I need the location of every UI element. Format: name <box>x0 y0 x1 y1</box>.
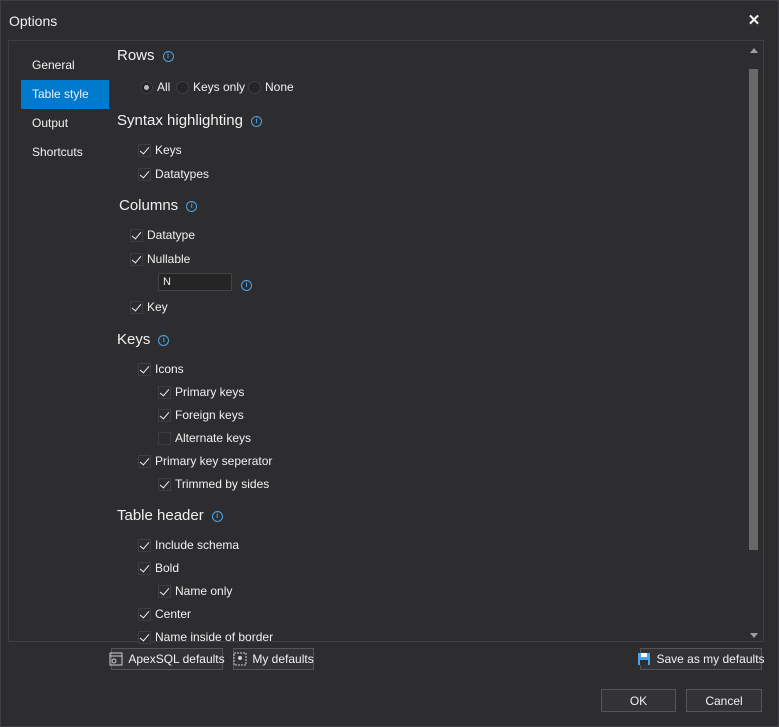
checkbox-label: Datatype <box>147 228 196 242</box>
checkbox-label: Primary keys <box>175 385 245 399</box>
options-content: General Table style Output Shortcuts Row… <box>8 40 764 645</box>
syntax-section-title: Syntax highlighting i <box>117 112 262 129</box>
checkbox-label: Name only <box>175 584 233 598</box>
close-icon[interactable]: ✕ <box>743 9 765 31</box>
scroll-up-arrow-icon[interactable] <box>750 48 758 53</box>
checkbox[interactable] <box>130 228 143 242</box>
checkbox[interactable] <box>138 630 151 644</box>
checkbox-label: Key <box>147 300 168 314</box>
radio-button[interactable] <box>248 80 261 94</box>
radio-button[interactable] <box>140 80 153 94</box>
checkbox-label: Center <box>155 607 192 621</box>
apexsql-defaults-button[interactable]: ApexSQL defaults <box>109 648 225 670</box>
button-label: Save as my defaults <box>656 652 765 666</box>
checkbox[interactable] <box>130 300 143 314</box>
checkbox-label: Nullable <box>147 252 191 266</box>
rows-section-title: Rows i <box>117 47 174 64</box>
syntax-datatypes-checkbox[interactable]: Datatypes <box>138 166 209 182</box>
keys-trimmed-checkbox[interactable]: Trimmed by sides <box>158 476 269 492</box>
rows-title: Rows <box>117 47 155 64</box>
info-icon[interactable]: i <box>211 511 223 522</box>
checkbox[interactable] <box>138 561 151 575</box>
defaults-gear-icon <box>109 652 123 666</box>
checkbox[interactable] <box>138 167 151 181</box>
nav-item-table-style[interactable]: Table style <box>21 80 109 109</box>
checkbox-label: Alternate keys <box>175 431 252 445</box>
info-icon[interactable]: i <box>158 335 170 346</box>
checkbox[interactable] <box>158 408 171 422</box>
nullable-value-input[interactable] <box>158 273 232 291</box>
title-bar: Options ✕ <box>1 1 778 39</box>
info-icon[interactable]: i <box>241 280 252 291</box>
columns-nullable-checkbox[interactable]: Nullable <box>130 251 190 267</box>
checkbox-label: Primary key seperator <box>155 454 273 468</box>
nav-item-output[interactable]: Output <box>21 109 109 138</box>
button-label: ApexSQL defaults <box>128 652 225 666</box>
checkbox[interactable] <box>158 477 171 491</box>
info-icon[interactable]: i <box>162 51 174 62</box>
keys-primary-keys-checkbox[interactable]: Primary keys <box>158 384 244 400</box>
checkbox-label: Bold <box>155 561 180 575</box>
radio-button[interactable] <box>176 80 189 94</box>
rows-radio-keys-only[interactable]: Keys only <box>176 79 245 95</box>
checkbox[interactable] <box>158 584 171 598</box>
radio-label: All <box>157 80 171 94</box>
header-name-inside-border-checkbox[interactable]: Name inside of border <box>138 629 273 645</box>
header-center-checkbox[interactable]: Center <box>138 606 191 622</box>
checkbox[interactable] <box>138 607 151 621</box>
syntax-title: Syntax highlighting <box>117 112 243 129</box>
vertical-scrollbar[interactable] <box>746 41 762 641</box>
header-bold-checkbox[interactable]: Bold <box>138 560 179 576</box>
nav-item-general[interactable]: General <box>21 51 109 80</box>
columns-section-title: Columns i <box>119 197 198 214</box>
nav-item-shortcuts[interactable]: Shortcuts <box>21 138 109 167</box>
header-include-schema-checkbox[interactable]: Include schema <box>138 537 239 553</box>
scroll-thumb[interactable] <box>749 69 758 550</box>
header-name-only-checkbox[interactable]: Name only <box>158 583 232 599</box>
keys-section-title: Keys i <box>117 331 170 348</box>
checkbox[interactable] <box>138 143 151 157</box>
rows-radio-all[interactable]: All <box>140 79 170 95</box>
info-icon[interactable]: i <box>186 201 198 212</box>
button-label: My defaults <box>252 652 314 666</box>
ok-button[interactable]: OK <box>601 689 676 712</box>
table-header-section-title: Table header i <box>117 507 223 524</box>
rows-radio-none[interactable]: None <box>248 79 294 95</box>
cancel-button[interactable]: Cancel <box>686 689 762 712</box>
checkbox[interactable] <box>138 454 151 468</box>
keys-title: Keys <box>117 331 151 348</box>
checkbox-label: Foreign keys <box>175 408 244 422</box>
user-defaults-icon <box>233 652 247 666</box>
checkbox[interactable] <box>138 362 151 376</box>
keys-alternate-keys-checkbox[interactable]: Alternate keys <box>158 430 251 446</box>
sidebar-nav: General Table style Output Shortcuts <box>21 51 109 167</box>
checkbox[interactable] <box>130 252 143 266</box>
checkbox-label: Trimmed by sides <box>175 477 270 491</box>
checkbox[interactable] <box>138 538 151 552</box>
checkbox-label: Name inside of border <box>155 630 274 644</box>
checkbox-label: Include schema <box>155 538 240 552</box>
checkbox[interactable] <box>158 431 171 445</box>
save-as-my-defaults-button[interactable]: Save as my defaults <box>637 648 765 670</box>
columns-datatype-checkbox[interactable]: Datatype <box>130 227 195 243</box>
radio-label: Keys only <box>193 80 246 94</box>
syntax-keys-checkbox[interactable]: Keys <box>138 142 182 158</box>
checkbox-label: Datatypes <box>155 167 210 181</box>
options-dialog: Options ✕ General Table style Output Sho… <box>0 0 779 727</box>
window-title: Options <box>9 13 58 29</box>
checkbox-label: Icons <box>155 362 184 376</box>
keys-icons-checkbox[interactable]: Icons <box>138 361 184 377</box>
columns-key-checkbox[interactable]: Key <box>130 299 168 315</box>
checkbox-label: Keys <box>155 143 182 157</box>
scroll-down-arrow-icon[interactable] <box>750 633 758 638</box>
save-icon <box>637 652 651 666</box>
columns-title: Columns <box>119 197 179 214</box>
table-header-title: Table header <box>117 507 204 524</box>
info-icon[interactable]: i <box>250 116 262 127</box>
my-defaults-button[interactable]: My defaults <box>233 648 314 670</box>
keys-foreign-keys-checkbox[interactable]: Foreign keys <box>158 407 244 423</box>
keys-pk-separator-checkbox[interactable]: Primary key seperator <box>138 453 272 469</box>
radio-label: None <box>265 80 294 94</box>
checkbox[interactable] <box>158 385 171 399</box>
